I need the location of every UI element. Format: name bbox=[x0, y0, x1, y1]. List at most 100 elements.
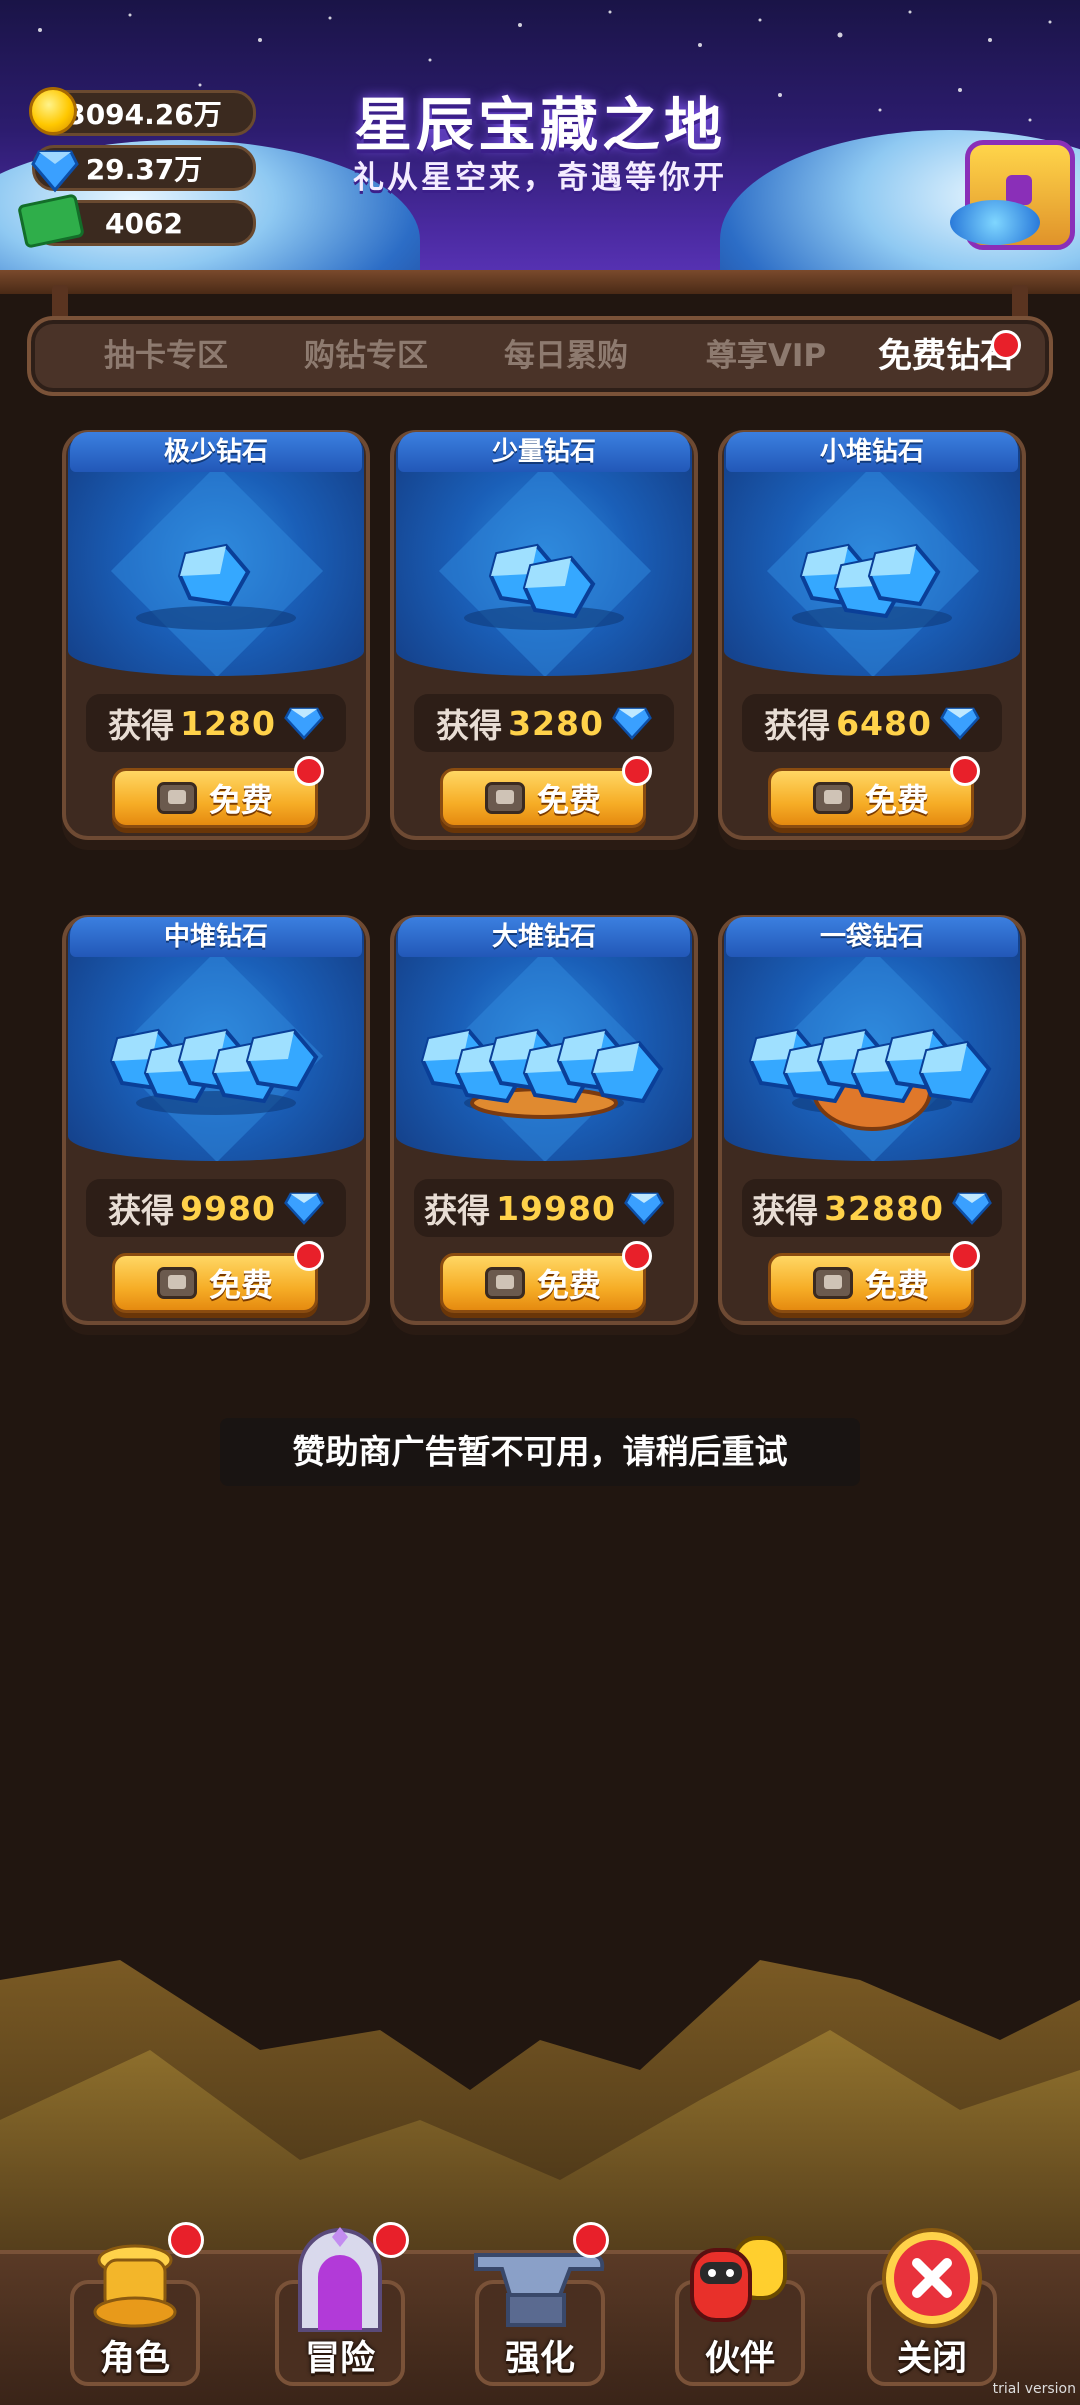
watermark: trial version bbox=[992, 2381, 1076, 2397]
free-claim-button[interactable]: 免费 bbox=[440, 1253, 646, 1313]
card-display bbox=[724, 921, 1020, 1161]
reward-label: 获得 bbox=[436, 706, 503, 745]
notification-badge bbox=[991, 330, 1021, 360]
nav-adventure[interactable]: 冒险 bbox=[265, 2210, 415, 2390]
reward-amount: 9980 bbox=[180, 1188, 276, 1228]
partner-icon bbox=[690, 2236, 787, 2322]
reward-amount: 3280 bbox=[508, 703, 604, 743]
card-title: 大堆钻石 bbox=[398, 917, 690, 957]
free-button-label: 免费 bbox=[208, 781, 273, 819]
reward-label: 获得 bbox=[108, 1191, 175, 1230]
reward-label: 获得 bbox=[752, 1191, 819, 1230]
reward-info: 获得 1280 bbox=[86, 694, 346, 752]
notification-badge bbox=[950, 1241, 980, 1271]
free-button-label: 免费 bbox=[536, 1266, 601, 1304]
card-title: 一袋钻石 bbox=[726, 917, 1018, 957]
card-display bbox=[68, 921, 364, 1161]
diamond-pile-icon bbox=[792, 543, 952, 630]
reward-amount: 32880 bbox=[824, 1188, 944, 1228]
reward-amount: 1280 bbox=[180, 703, 276, 743]
close-icon bbox=[882, 2228, 982, 2328]
reward-label: 获得 bbox=[424, 1191, 491, 1230]
coin-amount: 3094.26万 bbox=[66, 98, 222, 131]
notification-badge bbox=[294, 1241, 324, 1271]
free-claim-button[interactable]: 免费 bbox=[112, 1253, 318, 1313]
toast-message: 赞助商广告暂不可用，请稍后重试 bbox=[220, 1418, 860, 1486]
reward-info: 获得 19980 bbox=[414, 1179, 674, 1237]
reward-card: 小堆钻石 获得 6480 免费 bbox=[718, 430, 1026, 840]
reward-card: 少量钻石 获得 3280 免费 bbox=[390, 430, 698, 840]
diamond-pile-icon bbox=[420, 1028, 664, 1119]
tab-bar: 抽卡专区 购钻专区 每日累购 尊享VIP 免费钻石 bbox=[27, 316, 1053, 396]
diamond-pile-icon bbox=[464, 543, 624, 630]
diamond-icon bbox=[284, 1192, 324, 1225]
video-ad-icon bbox=[812, 1267, 853, 1299]
card-title: 小堆钻石 bbox=[726, 432, 1018, 472]
card-title: 中堆钻石 bbox=[70, 917, 362, 957]
reward-card: 大堆钻石 获得 19980 免费 bbox=[390, 915, 698, 1325]
video-ad-icon bbox=[156, 1267, 197, 1299]
reward-info: 获得 6480 bbox=[742, 694, 1002, 752]
free-claim-button[interactable]: 免费 bbox=[440, 768, 646, 828]
reward-card: 一袋钻石 获得 32880 免费 bbox=[718, 915, 1026, 1325]
card-display bbox=[68, 436, 364, 676]
nav-label: 关闭 bbox=[896, 2339, 967, 2379]
free-claim-button[interactable]: 免费 bbox=[112, 768, 318, 828]
free-claim-button[interactable]: 免费 bbox=[768, 1253, 974, 1313]
reward-info: 获得 3280 bbox=[414, 694, 674, 752]
card-display bbox=[396, 921, 692, 1161]
tab-card-draw[interactable]: 抽卡专区 bbox=[71, 320, 261, 392]
video-ad-icon bbox=[156, 782, 197, 814]
notification-badge bbox=[950, 756, 980, 786]
cash-amount: 4062 bbox=[105, 206, 183, 240]
tab-daily-purchase[interactable]: 每日累购 bbox=[471, 320, 661, 392]
nav-partner[interactable]: 伙伴 bbox=[665, 2210, 815, 2390]
free-button-label: 免费 bbox=[864, 1266, 929, 1304]
tab-vip[interactable]: 尊享VIP bbox=[671, 320, 861, 392]
nav-character[interactable]: 角色 bbox=[60, 2210, 210, 2390]
nav-enhance[interactable]: 强化 bbox=[465, 2210, 615, 2390]
diamond-balance: 29.37万 bbox=[31, 145, 256, 193]
diamond-icon bbox=[31, 150, 79, 193]
diamond-icon bbox=[612, 707, 652, 740]
notification-badge bbox=[573, 2222, 609, 2258]
card-display bbox=[396, 436, 692, 676]
notification-badge bbox=[622, 1241, 652, 1271]
diamond-amount: 29.37万 bbox=[85, 153, 203, 186]
video-ad-icon bbox=[484, 782, 525, 814]
diamond-icon bbox=[940, 707, 980, 740]
card-display bbox=[724, 436, 1020, 676]
nav-label: 伙伴 bbox=[704, 2339, 775, 2379]
diamond-icon bbox=[624, 1192, 664, 1225]
free-button-label: 免费 bbox=[208, 1266, 273, 1304]
diamond-icon bbox=[952, 1192, 992, 1225]
diamond-pile-icon bbox=[748, 1028, 992, 1131]
cash-balance: 4062 bbox=[17, 193, 256, 249]
header-banner: 星辰宝藏之地 礼从星空来，奇遇等你开 3094.26万 29.37万 4062 bbox=[0, 0, 1080, 285]
diamond-icon bbox=[284, 707, 324, 740]
video-ad-icon bbox=[484, 1267, 525, 1299]
nav-close[interactable]: 关闭 bbox=[857, 2210, 1007, 2390]
reward-amount: 6480 bbox=[836, 703, 932, 743]
nav-label: 冒险 bbox=[304, 2339, 375, 2379]
coin-icon bbox=[29, 87, 77, 135]
reward-info: 获得 9980 bbox=[86, 1179, 346, 1237]
card-title: 少量钻石 bbox=[398, 432, 690, 472]
free-claim-button[interactable]: 免费 bbox=[768, 768, 974, 828]
free-button-label: 免费 bbox=[536, 781, 601, 819]
wooden-beam bbox=[0, 270, 1080, 294]
video-ad-icon bbox=[812, 782, 853, 814]
diamond-pile-icon bbox=[109, 1028, 319, 1115]
diamond-pile-icon bbox=[136, 543, 296, 630]
notification-badge bbox=[168, 2222, 204, 2258]
reward-card: 中堆钻石 获得 9980 免费 bbox=[62, 915, 370, 1325]
reward-label: 获得 bbox=[108, 706, 175, 745]
reward-amount: 19980 bbox=[496, 1188, 616, 1228]
nav-label: 强化 bbox=[504, 2339, 575, 2379]
reward-card: 极少钻石 获得 1280 免费 bbox=[62, 430, 370, 840]
notification-badge bbox=[294, 756, 324, 786]
coin-balance: 3094.26万 bbox=[29, 87, 256, 136]
nav-label: 角色 bbox=[99, 2339, 170, 2379]
tab-buy-diamonds[interactable]: 购钻专区 bbox=[271, 320, 461, 392]
notification-badge bbox=[622, 756, 652, 786]
